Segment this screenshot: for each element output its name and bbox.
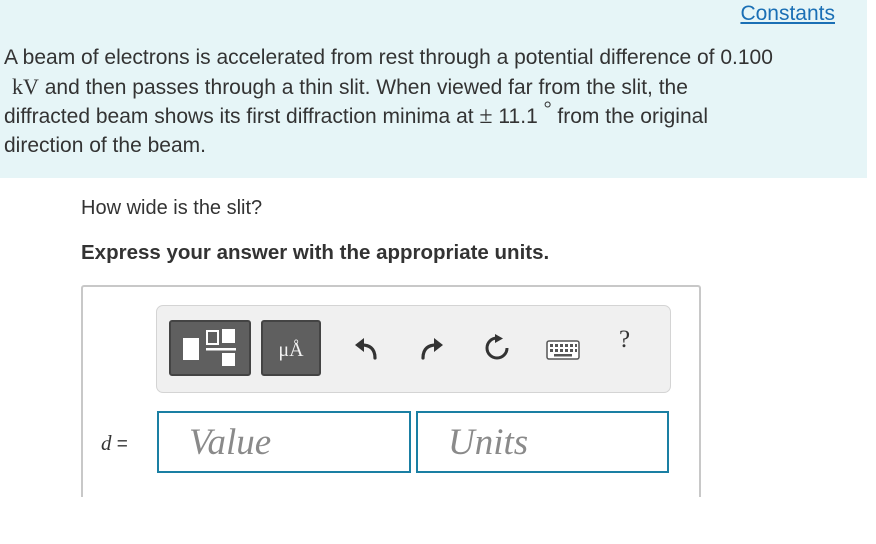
problem-intro-panel: Constants A beam of electrons is acceler… — [0, 0, 867, 178]
problem-line-3-post: from the original — [551, 105, 708, 128]
problem-statement: A beam of electrons is accelerated from … — [4, 44, 854, 160]
degree-sign: ° — [543, 98, 552, 120]
units-icon: μÅ — [278, 339, 304, 361]
templates-button[interactable] — [169, 320, 251, 376]
problem-line-2: kV and then passes through a thin slit. … — [4, 73, 854, 103]
undo-icon[interactable] — [353, 336, 379, 360]
problem-line-1: A beam of electrons is accelerated from … — [4, 46, 773, 69]
variable-name: d — [101, 431, 112, 455]
problem-line-4: direction of the beam. — [4, 133, 206, 157]
answer-instruction: Express your answer with the appropriate… — [81, 241, 550, 264]
equals-sign: = — [111, 434, 128, 455]
value-input[interactable] — [157, 411, 411, 473]
variable-label: d = — [101, 431, 128, 456]
templates-icon — [183, 329, 236, 366]
plus-minus-sign: ± — [479, 103, 493, 129]
math-toolbar: μÅ ? — [156, 305, 671, 393]
reset-icon[interactable] — [483, 334, 511, 362]
angle-value: 11.1 — [492, 105, 544, 128]
keyboard-icon[interactable] — [546, 340, 580, 360]
problem-line-3-pre: diffracted beam shows its first diffract… — [4, 105, 480, 128]
units-input[interactable] — [416, 411, 669, 473]
units-button[interactable]: μÅ — [261, 320, 321, 376]
problem-line-2-text: and then passes through a thin slit. Whe… — [38, 75, 688, 99]
redo-icon[interactable] — [419, 336, 445, 360]
constants-link[interactable]: Constants — [740, 2, 835, 26]
answer-area: μÅ ? d = — [81, 285, 701, 497]
kv-unit: kV — [12, 73, 39, 99]
problem-line-3: diffracted beam shows its first diffract… — [4, 98, 854, 132]
question-text: How wide is the slit? — [81, 197, 263, 219]
help-icon[interactable]: ? — [619, 326, 630, 354]
